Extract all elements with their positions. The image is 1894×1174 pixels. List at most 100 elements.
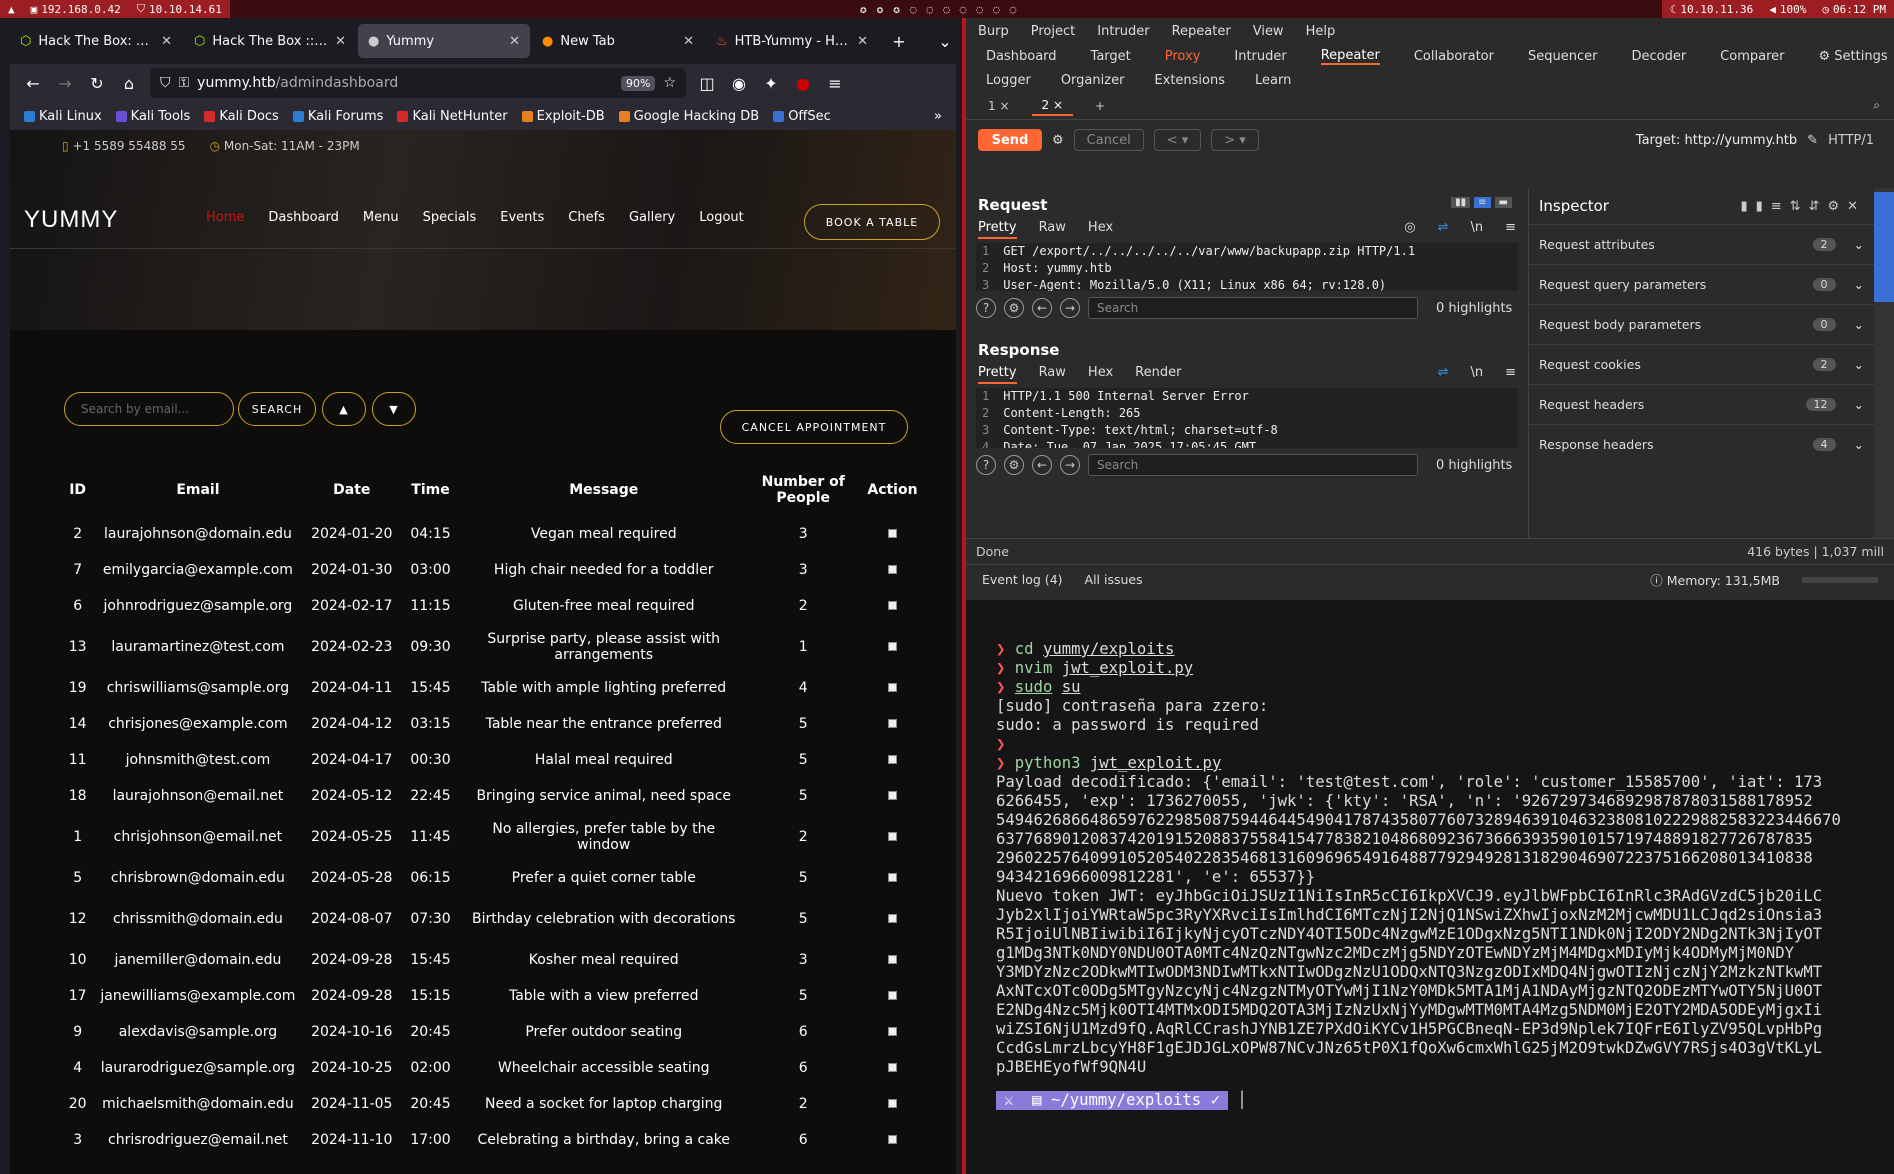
menu-intruder[interactable]: Intruder xyxy=(1097,24,1149,39)
email-search-input[interactable]: Search by email... xyxy=(64,392,234,426)
chevron-down-icon[interactable]: ⌄ xyxy=(1854,237,1864,252)
inspector-section[interactable]: Request attributes 2 ⌄ xyxy=(1529,224,1874,264)
tab-htb-2[interactable]: ⬡ Hack The Box :: H ✕ xyxy=(184,24,356,58)
nav-logout[interactable]: Logout xyxy=(699,210,744,225)
tab-writeup[interactable]: ♨ HTB-Yummy - HYH ✕ xyxy=(706,24,878,58)
menu-view[interactable]: View xyxy=(1253,24,1284,39)
inspector-section[interactable]: Response headers 4 ⌄ xyxy=(1529,424,1874,464)
hamburger-menu-icon[interactable]: ≡ xyxy=(824,74,846,93)
bookmark-kali-linux[interactable]: Kali Linux xyxy=(24,109,102,124)
newline-icon[interactable]: \n xyxy=(1470,365,1483,384)
response-tab-hex[interactable]: Hex xyxy=(1088,365,1113,384)
tab-collaborator[interactable]: Collaborator xyxy=(1414,49,1494,64)
nav-specials[interactable]: Specials xyxy=(423,210,477,225)
side-panel-tabs[interactable] xyxy=(1874,188,1894,538)
row-select-checkbox[interactable] xyxy=(887,1063,897,1072)
lock-icon[interactable]: ⚿ xyxy=(179,75,190,91)
inspector-section[interactable]: Request headers 12 ⌄ xyxy=(1529,384,1874,424)
back-arrow-icon[interactable]: ← xyxy=(22,74,44,93)
request-editor[interactable]: 1 GET /export/../../../../../var/www/bac… xyxy=(976,243,1518,291)
prev-arrow-icon[interactable]: ← xyxy=(1032,298,1052,318)
bookmark-kali-tools[interactable]: Kali Tools xyxy=(115,109,190,124)
inspector-section[interactable]: Request body parameters 0 ⌄ xyxy=(1529,304,1874,344)
menu-burp[interactable]: Burp xyxy=(978,24,1009,39)
newline-icon[interactable]: \n xyxy=(1470,220,1483,239)
http-version[interactable]: HTTP/1 xyxy=(1828,133,1874,148)
response-tab-raw[interactable]: Raw xyxy=(1039,365,1066,384)
pocket-icon[interactable]: ◫ xyxy=(696,74,718,93)
ublock-icon[interactable]: ● xyxy=(792,74,814,93)
row-select-checkbox[interactable] xyxy=(887,991,897,1000)
workspace-switcher[interactable]: ✪ ✪ ✪ ◌ ◌ ◌ ◌ ◌ ◌ ◌ xyxy=(860,0,1016,18)
kali-menu-button[interactable]: ▲ xyxy=(0,0,23,18)
search-icon[interactable]: ⌕ xyxy=(1873,98,1880,113)
bookmark-kali-docs[interactable]: Kali Docs xyxy=(204,109,279,124)
tab-sequencer[interactable]: Sequencer xyxy=(1528,49,1597,64)
history-back-button[interactable]: < ▾ xyxy=(1153,129,1202,151)
chevron-down-icon[interactable]: ⌄ xyxy=(1854,357,1864,372)
tab-extensions[interactable]: Extensions xyxy=(1154,73,1225,88)
nav-chefs[interactable]: Chefs xyxy=(568,210,605,225)
menu-icon[interactable]: ≡ xyxy=(1505,365,1516,384)
book-a-table-button[interactable]: BOOK A TABLE xyxy=(804,204,940,240)
workspace-icon[interactable]: ◌ xyxy=(943,3,950,16)
menu-project[interactable]: Project xyxy=(1031,24,1075,39)
request-tab-pretty[interactable]: Pretty xyxy=(978,220,1017,239)
gear-icon[interactable]: ⚙ xyxy=(1052,133,1064,148)
extensions-icon[interactable]: ✦ xyxy=(760,74,782,93)
nav-home[interactable]: Home xyxy=(206,210,244,225)
row-select-checkbox[interactable] xyxy=(887,719,897,728)
tab-yummy[interactable]: ● Yummy ✕ xyxy=(358,24,530,58)
close-icon[interactable]: ✕ xyxy=(335,34,346,49)
tab-organizer[interactable]: Organizer xyxy=(1061,73,1125,88)
pencil-icon[interactable]: ✎ xyxy=(1807,133,1818,148)
next-arrow-icon[interactable]: → xyxy=(1060,298,1080,318)
send-button[interactable]: Send xyxy=(978,129,1042,151)
all-issues-tab[interactable]: All issues xyxy=(1085,572,1143,587)
row-select-checkbox[interactable] xyxy=(887,873,897,882)
menu-help[interactable]: Help xyxy=(1306,24,1336,39)
inspector-section[interactable]: Request cookies 2 ⌄ xyxy=(1529,344,1874,384)
chevron-down-icon[interactable]: ⌄ xyxy=(1854,437,1864,452)
tab-logger[interactable]: Logger xyxy=(986,73,1031,88)
workspace-icon[interactable]: ✪ xyxy=(877,3,884,16)
row-select-checkbox[interactable] xyxy=(887,1099,897,1108)
volume-indicator[interactable]: ◀ 100% xyxy=(1761,0,1815,18)
inspector-toolbar[interactable]: ▮▮≡⇅⇵⚙✕ xyxy=(1740,199,1866,214)
tab-repeater[interactable]: Repeater xyxy=(1320,48,1380,65)
nav-gallery[interactable]: Gallery xyxy=(629,210,675,225)
search-button[interactable]: SEARCH xyxy=(238,392,316,426)
bookmark-exploit-db[interactable]: Exploit-DB xyxy=(521,109,605,124)
forward-arrow-icon[interactable]: → xyxy=(54,74,76,93)
cancel-appointment-button[interactable]: CANCEL APPOINTMENT xyxy=(720,410,908,444)
bookmark-kali-nethunter[interactable]: Kali NetHunter xyxy=(397,109,508,124)
wrap-icon[interactable]: ⇌ xyxy=(1438,365,1449,384)
workspace-icon[interactable]: ◌ xyxy=(960,3,967,16)
chevron-down-icon[interactable]: ⌄ xyxy=(1854,317,1864,332)
workspace-icon[interactable]: ◌ xyxy=(910,3,917,16)
repeater-tab-1[interactable]: 1 × xyxy=(978,97,1020,115)
history-forward-button[interactable]: > ▾ xyxy=(1211,129,1259,151)
next-arrow-icon[interactable]: → xyxy=(1060,455,1080,475)
new-repeater-tab-button[interactable]: + xyxy=(1085,97,1115,115)
gear-icon[interactable]: ⚙ xyxy=(1004,298,1024,318)
new-tab-button[interactable]: + xyxy=(888,32,910,51)
response-tab-render[interactable]: Render xyxy=(1135,365,1181,384)
row-select-checkbox[interactable] xyxy=(887,791,897,800)
prev-arrow-icon[interactable]: ← xyxy=(1032,455,1052,475)
response-tab-pretty[interactable]: Pretty xyxy=(978,365,1017,384)
terminal[interactable]: ❯ cd yummy/exploits ❯ nvim jwt_exploit.py… xyxy=(966,600,1894,1174)
close-icon[interactable]: ✕ xyxy=(509,34,520,49)
tab-target[interactable]: Target xyxy=(1091,49,1131,64)
row-select-checkbox[interactable] xyxy=(887,1135,897,1144)
tab-htb-1[interactable]: ⬡ Hack The Box: The ✕ xyxy=(10,24,182,58)
close-icon[interactable]: ✕ xyxy=(683,34,694,49)
shield-icon[interactable]: ⛉ xyxy=(160,75,171,91)
account-icon[interactable]: ◉ xyxy=(728,74,750,93)
nav-events[interactable]: Events xyxy=(500,210,544,225)
tab-new[interactable]: ● New Tab ✕ xyxy=(532,24,704,58)
bookmarks-overflow-icon[interactable]: » xyxy=(934,109,942,124)
request-search-input[interactable]: Search xyxy=(1088,297,1418,319)
zoom-badge[interactable]: 90% xyxy=(620,75,656,91)
workspace-icon[interactable]: ◌ xyxy=(993,3,1000,16)
